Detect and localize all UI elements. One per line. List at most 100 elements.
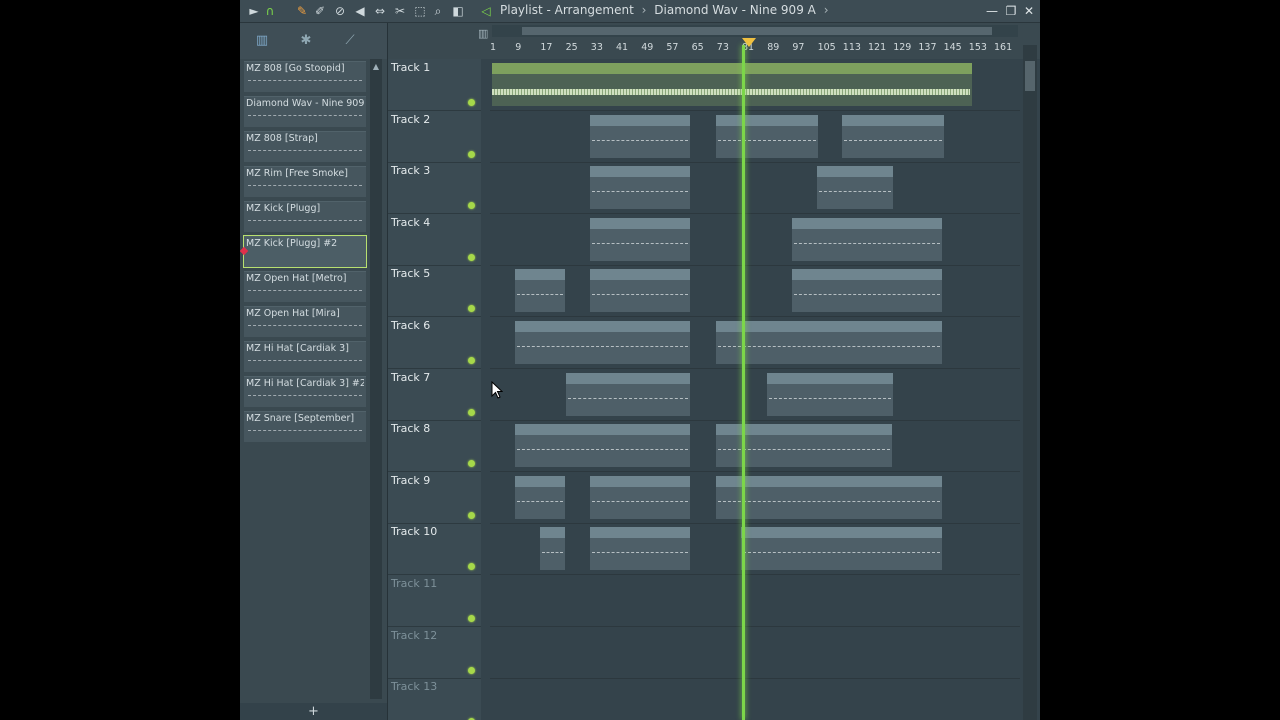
- pattern-clip[interactable]: [817, 166, 893, 210]
- scroll-thumb[interactable]: [522, 27, 992, 35]
- clip-item[interactable]: MZ Hi Hat [Cardiak 3] #2: [244, 376, 366, 407]
- track-enable-led-icon[interactable]: [468, 408, 475, 416]
- pattern-clip[interactable]: [590, 269, 690, 313]
- track-header[interactable]: Track 3: [388, 162, 481, 215]
- pattern-clip[interactable]: [590, 217, 690, 261]
- automation-icon[interactable]: ⟋: [340, 33, 360, 49]
- track-enable-led-icon[interactable]: [468, 305, 475, 313]
- horizontal-scrollbar[interactable]: [492, 25, 1018, 37]
- arrangement-lanes[interactable]: [490, 59, 1020, 720]
- track-header[interactable]: Track 1: [388, 59, 481, 111]
- magnet-icon[interactable]: ∩: [262, 3, 278, 19]
- track-lane[interactable]: [490, 317, 1020, 369]
- pattern-clip[interactable]: [590, 166, 690, 210]
- track-lane[interactable]: [490, 575, 1020, 627]
- pattern-clip[interactable]: [492, 63, 972, 106]
- track-lane[interactable]: [490, 111, 1020, 163]
- track-lane[interactable]: [490, 162, 1020, 215]
- clip-item[interactable]: MZ 808 [Go Stoopid]: [244, 61, 366, 92]
- minimize-button[interactable]: —: [984, 3, 1000, 19]
- pencil-icon[interactable]: ✎: [294, 3, 310, 19]
- track-lane[interactable]: [490, 59, 1020, 111]
- pattern-clip[interactable]: [792, 217, 942, 261]
- track-enable-led-icon[interactable]: [468, 357, 475, 364]
- timeline-ruler[interactable]: 1 9 17 25 33 41 49 57 65 73 81 89 97 105 113 121 129 137 1…: [490, 42, 1030, 58]
- track-header[interactable]: Track 9: [388, 472, 481, 524]
- pattern-clip[interactable]: [515, 475, 565, 519]
- pattern-clip[interactable]: [767, 372, 893, 416]
- pattern-clip[interactable]: [716, 475, 942, 519]
- track-header[interactable]: Track 12: [388, 627, 481, 679]
- slip-icon[interactable]: ⇔: [372, 3, 388, 19]
- pattern-clip[interactable]: [590, 475, 690, 519]
- add-clip-button[interactable]: +: [240, 703, 387, 720]
- pattern-clip[interactable]: [515, 321, 690, 364]
- track-enable-led-icon[interactable]: [468, 253, 475, 261]
- track-header[interactable]: Track 10: [388, 523, 481, 576]
- pattern-clip[interactable]: [716, 114, 818, 158]
- track-header[interactable]: Track 6: [388, 317, 481, 369]
- pattern-play-icon[interactable]: ◁: [478, 3, 494, 19]
- paint-icon[interactable]: ✐: [312, 3, 328, 19]
- clip-item-selected[interactable]: MZ Kick [Plugg] #2: [240, 235, 367, 268]
- track-header[interactable]: Track 2: [388, 111, 481, 163]
- track-enable-led-icon[interactable]: [468, 615, 475, 622]
- play-arrow-icon[interactable]: ►: [246, 3, 262, 19]
- track-lane[interactable]: [490, 420, 1020, 473]
- clip-item[interactable]: Diamond Wav - Nine 909 A: [244, 96, 366, 127]
- playhead-line[interactable]: [742, 45, 745, 720]
- close-button[interactable]: ✕: [1021, 3, 1037, 19]
- track-enable-led-icon[interactable]: [468, 99, 475, 106]
- clip-item[interactable]: MZ Open Hat [Mira]: [244, 306, 366, 337]
- clip-item[interactable]: MZ Open Hat [Metro]: [244, 271, 366, 302]
- track-header[interactable]: Track 5: [388, 265, 481, 318]
- track-header[interactable]: Track 8: [388, 420, 481, 473]
- pattern-clip[interactable]: [716, 321, 942, 364]
- clip-item[interactable]: MZ 808 [Strap]: [244, 131, 366, 162]
- pattern-clip[interactable]: [566, 372, 690, 416]
- delete-icon[interactable]: ⊘: [332, 3, 348, 19]
- pattern-clip[interactable]: [792, 269, 942, 313]
- track-header[interactable]: Track 13: [388, 678, 481, 720]
- clip-item[interactable]: MZ Snare [September]: [244, 411, 366, 442]
- audio-icon[interactable]: ✱: [296, 33, 316, 49]
- track-lane[interactable]: [490, 214, 1020, 266]
- track-header[interactable]: Track 7: [388, 369, 481, 421]
- clip-item[interactable]: MZ Kick [Plugg]: [244, 201, 366, 232]
- zoom-icon[interactable]: ⌕: [430, 3, 446, 19]
- pattern-clip[interactable]: [515, 269, 565, 313]
- pattern-clip[interactable]: [842, 114, 944, 158]
- slice-icon[interactable]: ✂: [392, 3, 408, 19]
- piano-icon[interactable]: ▥: [252, 33, 272, 49]
- track-header[interactable]: Track 11: [388, 575, 481, 627]
- pattern-clip[interactable]: [590, 527, 690, 571]
- picker-scrollbar[interactable]: ▲: [370, 59, 382, 699]
- playback-icon[interactable]: ◧: [450, 3, 466, 19]
- track-enable-led-icon[interactable]: [468, 511, 475, 519]
- scroll-up-icon[interactable]: ▲: [372, 62, 380, 72]
- pattern-clip[interactable]: [540, 527, 565, 571]
- select-icon[interactable]: ⬚: [412, 3, 428, 19]
- piano-roll-icon[interactable]: ▥: [478, 27, 488, 40]
- maximize-button[interactable]: ❐: [1003, 3, 1019, 19]
- track-enable-led-icon[interactable]: [468, 202, 475, 210]
- track-header[interactable]: Track 4: [388, 214, 481, 266]
- track-lane[interactable]: [490, 369, 1020, 421]
- title-pattern[interactable]: Diamond Wav - Nine 909 A: [654, 3, 816, 17]
- scroll-thumb[interactable]: [1025, 61, 1035, 91]
- clip-item[interactable]: MZ Rim [Free Smoke]: [244, 166, 366, 197]
- mute-icon[interactable]: ◀: [352, 3, 368, 19]
- track-enable-led-icon[interactable]: [468, 666, 475, 674]
- track-lane[interactable]: [490, 472, 1020, 524]
- track-lane[interactable]: [490, 523, 1020, 576]
- track-enable-led-icon[interactable]: [468, 563, 475, 571]
- track-lane[interactable]: [490, 678, 1020, 720]
- pattern-clip[interactable]: [515, 424, 690, 468]
- pattern-clip[interactable]: [590, 114, 690, 158]
- track-enable-led-icon[interactable]: [468, 150, 475, 158]
- track-lane[interactable]: [490, 265, 1020, 318]
- track-lane[interactable]: [490, 627, 1020, 679]
- clip-item[interactable]: MZ Hi Hat [Cardiak 3]: [244, 341, 366, 372]
- vertical-scrollbar[interactable]: [1023, 45, 1037, 720]
- track-enable-led-icon[interactable]: [468, 460, 475, 468]
